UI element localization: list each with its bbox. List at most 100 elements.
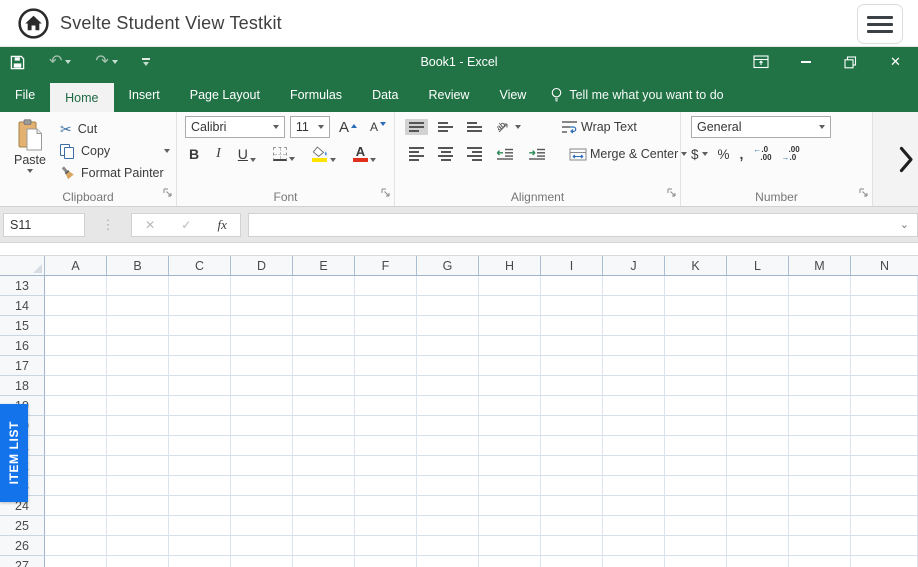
clipboard-dialog-launcher[interactable] <box>163 184 172 202</box>
cell-L14[interactable] <box>727 296 789 316</box>
cell-I21[interactable] <box>541 436 603 456</box>
column-header-G[interactable]: G <box>417 256 479 275</box>
cell-J17[interactable] <box>603 356 665 376</box>
cell-G13[interactable] <box>417 276 479 296</box>
formula-input[interactable] <box>249 214 892 236</box>
cell-J26[interactable] <box>603 536 665 556</box>
cell-D24[interactable] <box>231 496 293 516</box>
cell-H22[interactable] <box>479 456 541 476</box>
cell-F14[interactable] <box>355 296 417 316</box>
orientation-button[interactable]: ab <box>492 116 525 138</box>
top-align-button[interactable] <box>405 119 428 135</box>
hamburger-menu-button[interactable] <box>857 4 903 44</box>
cell-H18[interactable] <box>479 376 541 396</box>
cell-A24[interactable] <box>45 496 107 516</box>
cell-C19[interactable] <box>169 396 231 416</box>
cell-A19[interactable] <box>45 396 107 416</box>
cell-G27[interactable] <box>417 556 479 567</box>
cell-E19[interactable] <box>293 396 355 416</box>
tab-view[interactable]: View <box>484 77 541 112</box>
cell-C21[interactable] <box>169 436 231 456</box>
cell-F15[interactable] <box>355 316 417 336</box>
cell-H15[interactable] <box>479 316 541 336</box>
cell-E15[interactable] <box>293 316 355 336</box>
cell-G24[interactable] <box>417 496 479 516</box>
cell-D14[interactable] <box>231 296 293 316</box>
expand-formula-bar-icon[interactable]: ⌄ <box>892 218 917 231</box>
cell-G21[interactable] <box>417 436 479 456</box>
cell-B22[interactable] <box>107 456 169 476</box>
number-format-combobox[interactable]: General <box>691 116 831 138</box>
cell-I15[interactable] <box>541 316 603 336</box>
cell-L18[interactable] <box>727 376 789 396</box>
item-list-tab[interactable]: ITEM LIST <box>0 404 28 502</box>
cell-N20[interactable] <box>851 416 918 436</box>
cell-D17[interactable] <box>231 356 293 376</box>
cell-D25[interactable] <box>231 516 293 536</box>
cell-I16[interactable] <box>541 336 603 356</box>
column-header-M[interactable]: M <box>789 256 851 275</box>
underline-button[interactable]: U <box>234 145 260 163</box>
cell-F27[interactable] <box>355 556 417 567</box>
cell-E20[interactable] <box>293 416 355 436</box>
font-name-combobox[interactable]: Calibri <box>185 116 285 138</box>
cell-K27[interactable] <box>665 556 727 567</box>
cell-K20[interactable] <box>665 416 727 436</box>
cell-M26[interactable] <box>789 536 851 556</box>
column-header-C[interactable]: C <box>169 256 231 275</box>
cell-G22[interactable] <box>417 456 479 476</box>
cell-F24[interactable] <box>355 496 417 516</box>
cell-F17[interactable] <box>355 356 417 376</box>
percent-style-button[interactable]: % <box>718 147 730 162</box>
name-box[interactable] <box>3 213 85 237</box>
cell-D19[interactable] <box>231 396 293 416</box>
copy-button[interactable]: Copy <box>56 142 172 160</box>
cell-C15[interactable] <box>169 316 231 336</box>
cell-F20[interactable] <box>355 416 417 436</box>
cell-F16[interactable] <box>355 336 417 356</box>
cell-K18[interactable] <box>665 376 727 396</box>
accounting-format-button[interactable]: $ <box>691 147 708 162</box>
cell-B21[interactable] <box>107 436 169 456</box>
cell-E22[interactable] <box>293 456 355 476</box>
bold-button[interactable]: B <box>185 145 203 163</box>
cell-C17[interactable] <box>169 356 231 376</box>
cell-E27[interactable] <box>293 556 355 567</box>
cell-G16[interactable] <box>417 336 479 356</box>
cell-H17[interactable] <box>479 356 541 376</box>
cell-J24[interactable] <box>603 496 665 516</box>
cell-K24[interactable] <box>665 496 727 516</box>
cell-B13[interactable] <box>107 276 169 296</box>
italic-button[interactable]: I <box>212 145 225 163</box>
cell-H21[interactable] <box>479 436 541 456</box>
save-button[interactable] <box>10 55 25 70</box>
cell-A13[interactable] <box>45 276 107 296</box>
cell-B24[interactable] <box>107 496 169 516</box>
cell-G25[interactable] <box>417 516 479 536</box>
font-color-button[interactable]: A <box>349 145 380 163</box>
cell-C16[interactable] <box>169 336 231 356</box>
cell-L26[interactable] <box>727 536 789 556</box>
cell-G20[interactable] <box>417 416 479 436</box>
column-header-J[interactable]: J <box>603 256 665 275</box>
cell-F26[interactable] <box>355 536 417 556</box>
cell-D27[interactable] <box>231 556 293 567</box>
cell-E25[interactable] <box>293 516 355 536</box>
redo-dropdown-icon[interactable] <box>112 60 118 64</box>
cell-E13[interactable] <box>293 276 355 296</box>
cell-J18[interactable] <box>603 376 665 396</box>
cell-L23[interactable] <box>727 476 789 496</box>
cell-N14[interactable] <box>851 296 918 316</box>
cell-M14[interactable] <box>789 296 851 316</box>
cell-D22[interactable] <box>231 456 293 476</box>
cell-M16[interactable] <box>789 336 851 356</box>
cell-H14[interactable] <box>479 296 541 316</box>
column-header-L[interactable]: L <box>727 256 789 275</box>
row-header-14[interactable]: 14 <box>0 296 45 316</box>
cell-B25[interactable] <box>107 516 169 536</box>
column-header-B[interactable]: B <box>107 256 169 275</box>
cell-K19[interactable] <box>665 396 727 416</box>
cell-D18[interactable] <box>231 376 293 396</box>
cell-F21[interactable] <box>355 436 417 456</box>
cell-C26[interactable] <box>169 536 231 556</box>
